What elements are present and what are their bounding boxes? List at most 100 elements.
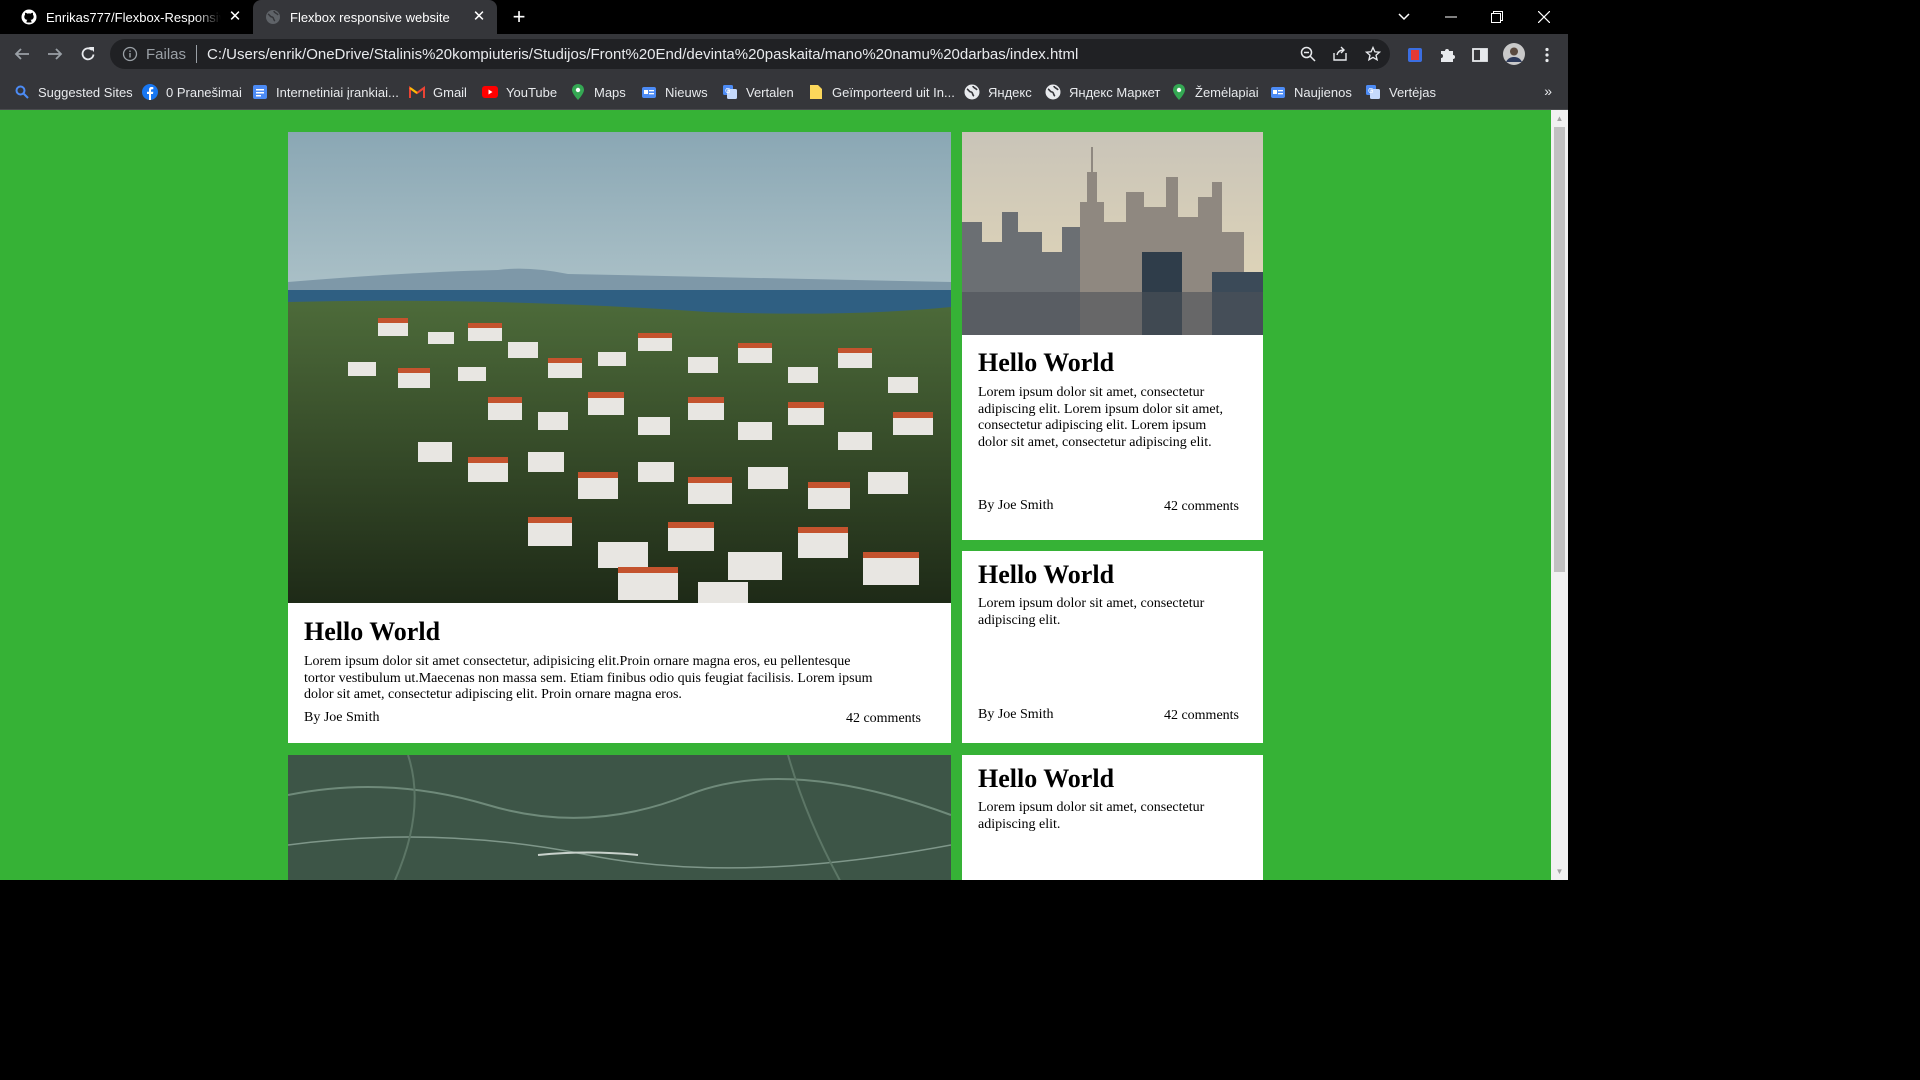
coastal-town-photo — [288, 132, 951, 603]
card-author: By Joe Smith — [978, 707, 1054, 722]
bookmark-label: Яндекс — [988, 84, 1032, 100]
bookmark-label: Gmail — [433, 84, 467, 100]
search-icon — [14, 84, 30, 100]
tab-title: Enrikas777/Flexbox-Responsive-Website — [46, 9, 221, 25]
bookmark-zemelapiai[interactable]: Žemėlapiai — [1171, 74, 1259, 110]
scroll-up-arrow-icon[interactable]: ▲ — [1551, 110, 1568, 127]
bookmark-label: Naujienos — [1294, 84, 1352, 100]
new-tab-icon[interactable]: + — [508, 6, 530, 28]
card-author: By Joe Smith — [304, 710, 380, 725]
close-tab-icon[interactable]: ✕ — [227, 9, 243, 25]
bookmark-suggested-sites[interactable]: Suggested Sites — [14, 74, 133, 110]
docs-icon — [252, 84, 268, 100]
svg-text:G: G — [1368, 87, 1373, 95]
card-text: Lorem ipsum dolor sit amet consectetur, … — [304, 654, 873, 702]
aerial-landscape-photo — [288, 755, 951, 880]
card-title: Hello World — [304, 617, 441, 646]
bookmark-geimporteerd[interactable]: Geïmporteerd uit In... — [808, 74, 955, 110]
menu-kebab-icon[interactable] — [1538, 46, 1556, 64]
bookmark-maps[interactable]: Maps — [570, 74, 626, 110]
zoom-icon[interactable] — [1300, 46, 1316, 62]
address-bar[interactable]: Failas C:/Users/enrik/OneDrive/Stalinis%… — [110, 39, 1390, 69]
bookmark-label: Vertėjas — [1389, 84, 1436, 100]
bookmark-vertalen[interactable]: G Vertalen — [722, 74, 794, 110]
address-divider — [196, 45, 198, 63]
page-scrollbar[interactable]: ▲ ▼ — [1551, 110, 1568, 880]
youtube-icon — [482, 84, 498, 100]
bookmark-internetiniai[interactable]: Internetiniai įrankiai... — [252, 74, 399, 110]
bookmark-facebook[interactable]: 0 Pranešimai — [142, 74, 242, 110]
extension-icon[interactable] — [1406, 46, 1424, 64]
tab-search-icon[interactable] — [1381, 0, 1427, 34]
github-icon — [21, 9, 37, 25]
bookmark-label: 0 Pranešimai — [166, 84, 242, 100]
card-comments[interactable]: 42 comments — [1164, 499, 1239, 515]
tab-github[interactable]: Enrikas777/Flexbox-Responsive-Website ✕ — [0, 0, 253, 34]
card-title: Hello World — [978, 560, 1115, 589]
bookmark-label: Maps — [594, 84, 626, 100]
info-icon[interactable] — [122, 46, 138, 62]
translate-icon: G — [722, 84, 738, 100]
close-tab-icon[interactable]: ✕ — [471, 9, 487, 25]
news-icon — [1270, 84, 1286, 100]
browser-toolbar: Failas C:/Users/enrik/OneDrive/Stalinis%… — [0, 34, 1568, 74]
reload-icon[interactable] — [76, 42, 100, 66]
card-comments[interactable]: 42 comments — [1164, 708, 1239, 724]
bookmark-yandex[interactable]: Яндекс — [964, 74, 1032, 110]
scrollbar-thumb[interactable] — [1554, 127, 1565, 572]
translate-icon: G — [1365, 84, 1381, 100]
tab-flexbox-active[interactable]: Flexbox responsive website ✕ — [253, 0, 497, 34]
card-author: By Joe Smith — [978, 498, 1054, 513]
bookmark-label: Suggested Sites — [38, 84, 133, 100]
bookmark-vertejas[interactable]: G Vertėjas — [1365, 74, 1436, 110]
globe-icon — [1045, 84, 1061, 100]
bookmark-label: Vertalen — [746, 84, 794, 100]
scroll-down-arrow-icon[interactable]: ▼ — [1551, 863, 1568, 880]
extensions-puzzle-icon[interactable] — [1438, 46, 1456, 64]
tab-title: Flexbox responsive website — [290, 9, 450, 25]
bookmark-youtube[interactable]: YouTube — [482, 74, 557, 110]
card-title: Hello World — [978, 764, 1115, 793]
bookmark-star-icon[interactable] — [1364, 45, 1382, 62]
globe-icon — [964, 84, 980, 100]
bookmark-label: Internetiniai įrankiai... — [276, 84, 399, 100]
globe-icon — [265, 9, 281, 25]
bookmark-label: Geïmporteerd uit In... — [832, 84, 955, 100]
side-panel-icon[interactable] — [1471, 46, 1489, 64]
news-icon — [641, 84, 657, 100]
forward-icon[interactable] — [43, 42, 67, 66]
article-card-side-2: Hello World Lorem ipsum dolor sit amet, … — [962, 551, 1263, 743]
card-text: Lorem ipsum dolor sit amet, consectetur … — [978, 800, 1205, 832]
card-text: Lorem ipsum dolor sit amet, consectetur … — [978, 596, 1205, 628]
scheme-label: Failas — [146, 45, 187, 63]
minimize-icon[interactable] — [1428, 0, 1474, 34]
more-bookmarks-icon[interactable]: » — [1544, 83, 1552, 99]
share-icon[interactable] — [1332, 46, 1348, 62]
bookmark-naujienos[interactable]: Naujienos — [1270, 74, 1352, 110]
facebook-icon — [142, 84, 158, 100]
url-text[interactable]: C:/Users/enrik/OneDrive/Stalinis%20kompi… — [207, 46, 1078, 63]
card-text: Lorem ipsum dolor sit amet, consectetur … — [978, 385, 1223, 450]
bookmark-label: Яндекс Маркет — [1069, 84, 1161, 100]
article-card-bottom — [288, 755, 951, 880]
card-title: Hello World — [978, 348, 1115, 377]
close-window-icon[interactable] — [1521, 0, 1567, 34]
maps-icon — [570, 84, 586, 100]
bookmark-nieuws[interactable]: Nieuws — [641, 74, 708, 110]
bookmark-yandex-market[interactable]: Яндекс Маркет — [1045, 74, 1160, 110]
article-card-side-3: Hello World Lorem ipsum dolor sit amet, … — [962, 755, 1263, 880]
gmail-icon — [409, 84, 425, 100]
back-icon[interactable] — [10, 42, 34, 66]
article-card-main: Hello World Lorem ipsum dolor sit amet c… — [288, 132, 951, 743]
bookmark-gmail[interactable]: Gmail — [409, 74, 467, 110]
profile-avatar[interactable] — [1503, 43, 1525, 65]
card-comments[interactable]: 42 comments — [846, 711, 921, 727]
maps-icon — [1171, 84, 1187, 100]
bookmark-label: Nieuws — [665, 84, 708, 100]
window-bottom-edge — [0, 880, 1568, 882]
tab-strip: Enrikas777/Flexbox-Responsive-Website ✕ … — [0, 0, 1568, 34]
article-card-side-1: Hello World Lorem ipsum dolor sit amet, … — [962, 132, 1263, 540]
restore-icon[interactable] — [1474, 0, 1520, 34]
bookmark-label: YouTube — [506, 84, 558, 100]
city-skyline-photo — [962, 132, 1263, 335]
